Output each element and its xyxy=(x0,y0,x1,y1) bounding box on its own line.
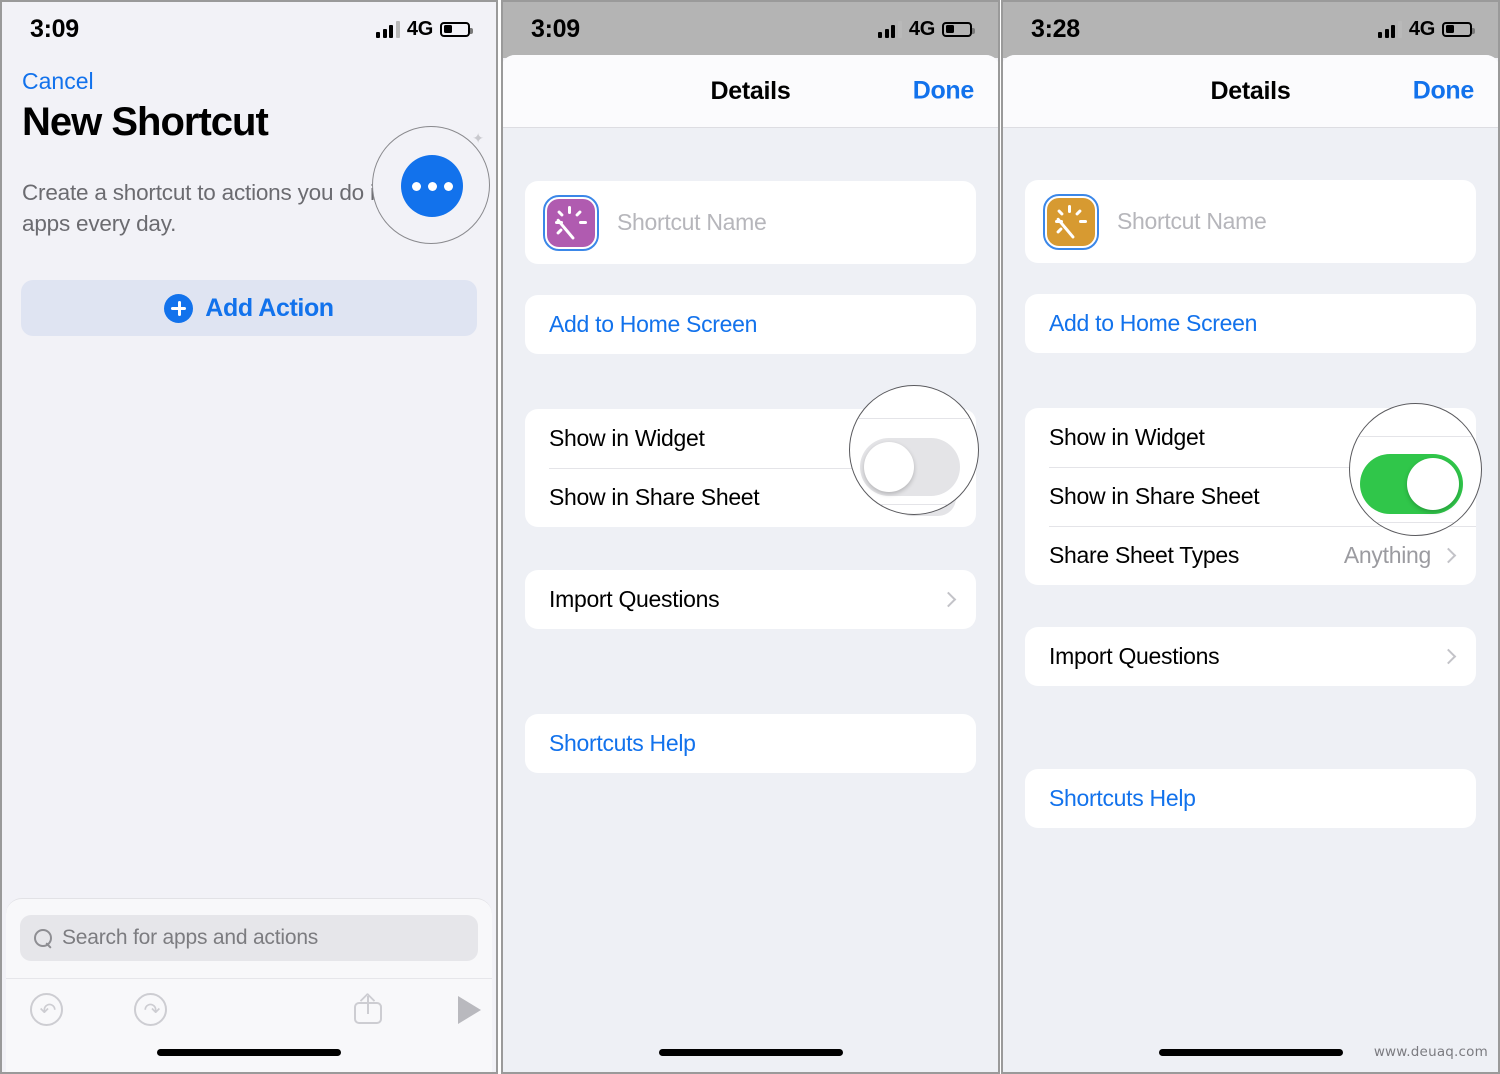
cancel-button[interactable]: Cancel xyxy=(22,68,94,95)
panel1-body: Cancel New Shortcut Create a shortcut to… xyxy=(0,58,498,1074)
shortcut-name-card: Shortcut Name xyxy=(525,181,976,264)
shortcuts-help-row[interactable]: Shortcuts Help xyxy=(525,714,976,773)
status-time: 3:09 xyxy=(30,14,79,43)
plus-circle-icon xyxy=(164,293,194,323)
share-sheet-types-value: Anything xyxy=(1343,542,1431,568)
undo-icon[interactable]: ↶ xyxy=(30,993,63,1026)
shortcuts-help-row[interactable]: Shortcuts Help xyxy=(1025,769,1476,828)
signal-bars-icon xyxy=(878,20,902,38)
shortcuts-help-label: Shortcuts Help xyxy=(1049,785,1196,811)
shortcut-options-button[interactable]: ✦ xyxy=(372,126,490,244)
signal-bars-icon xyxy=(1378,20,1402,38)
import-questions-row[interactable]: Import Questions xyxy=(525,570,976,629)
nav-bar: Details Done xyxy=(501,55,1000,128)
add-to-home-screen-card: Add to Home Screen xyxy=(525,295,976,354)
add-to-home-screen-row[interactable]: Add to Home Screen xyxy=(1025,294,1476,353)
show-in-widget-label: Show in Widget xyxy=(1049,424,1205,450)
chevron-right-icon xyxy=(1440,547,1457,564)
status-time: 3:28 xyxy=(1031,14,1080,43)
ellipsis-icon xyxy=(401,155,463,217)
network-type-label: 4G xyxy=(908,17,935,40)
battery-icon xyxy=(942,21,975,37)
add-action-button[interactable]: Add Action xyxy=(21,280,477,336)
magnified-share-sheet-toggle[interactable] xyxy=(1360,454,1463,514)
import-questions-card: Import Questions xyxy=(1025,627,1476,686)
panel-details-share-sheet-off: 3:09 4G Details Done Shortcut Name Add t… xyxy=(501,0,1000,1074)
shortcuts-help-card: Shortcuts Help xyxy=(525,714,976,773)
status-indicators: 4G xyxy=(376,17,473,41)
network-type-label: 4G xyxy=(406,17,433,40)
import-questions-row[interactable]: Import Questions xyxy=(1025,627,1476,686)
sparkle-icon: ✦ xyxy=(472,130,484,146)
nav-title: Details xyxy=(710,76,791,105)
import-questions-label: Import Questions xyxy=(1049,643,1220,669)
add-action-label: Add Action xyxy=(205,293,334,322)
magnifier-lens xyxy=(849,385,979,515)
battery-icon xyxy=(440,21,473,37)
signal-bars-icon xyxy=(376,20,400,38)
share-icon[interactable] xyxy=(354,990,382,1024)
status-time: 3:09 xyxy=(531,14,580,43)
add-to-home-screen-card: Add to Home Screen xyxy=(1025,294,1476,353)
home-indicator xyxy=(157,1049,341,1056)
search-icon xyxy=(34,929,52,947)
magnifier-lens xyxy=(1349,403,1482,536)
import-questions-card: Import Questions xyxy=(525,570,976,629)
site-watermark: www.deuaq.com xyxy=(1373,1044,1488,1060)
show-in-widget-label: Show in Widget xyxy=(549,425,705,451)
status-bar: 3:09 4G xyxy=(501,0,1000,58)
chevron-right-icon xyxy=(940,591,957,608)
home-indicator xyxy=(1158,1049,1343,1056)
page-title: New Shortcut xyxy=(22,100,269,144)
shortcuts-help-card: Shortcuts Help xyxy=(1025,769,1476,828)
shortcut-name-row[interactable]: Shortcut Name xyxy=(1025,180,1476,263)
done-button[interactable]: Done xyxy=(913,77,975,106)
search-input[interactable]: Search for apps and actions xyxy=(20,915,478,961)
add-to-home-screen-label: Add to Home Screen xyxy=(549,311,758,337)
search-tray: Search for apps and actions xyxy=(6,898,492,978)
details-sheet: Details Done Shortcut Name Add to Home S… xyxy=(1001,55,1500,1074)
status-bar: 3:28 4G xyxy=(1001,0,1500,58)
status-indicators: 4G xyxy=(878,17,975,41)
battery-icon xyxy=(1442,21,1475,37)
add-to-home-screen-label: Add to Home Screen xyxy=(1049,310,1258,336)
details-sheet: Details Done Shortcut Name Add to Home S… xyxy=(501,55,1000,1074)
shortcut-name-card: Shortcut Name xyxy=(1025,180,1476,263)
magnified-share-sheet-toggle[interactable] xyxy=(860,438,960,496)
status-indicators: 4G xyxy=(1378,17,1475,41)
magic-wand-icon[interactable] xyxy=(543,194,599,251)
details-scroll: Shortcut Name Add to Home Screen Show in… xyxy=(1001,128,1500,1074)
screenshot-stage: 3:09 4G Cancel New Shortcut Create a sho… xyxy=(0,0,1500,1074)
shortcut-name-row[interactable]: Shortcut Name xyxy=(525,181,976,264)
network-type-label: 4G xyxy=(1408,17,1435,40)
shortcuts-help-label: Shortcuts Help xyxy=(549,730,696,756)
show-in-share-sheet-label: Show in Share Sheet xyxy=(1049,483,1260,509)
nav-title: Details xyxy=(1210,76,1291,105)
magic-wand-icon[interactable] xyxy=(1043,193,1099,250)
search-placeholder: Search for apps and actions xyxy=(62,926,319,949)
done-button[interactable]: Done xyxy=(1413,77,1475,106)
chevron-right-icon xyxy=(1440,648,1457,665)
editor-toolbar: ↶ ↷ xyxy=(6,978,492,1074)
details-scroll: Shortcut Name Add to Home Screen Show in… xyxy=(501,128,1000,1074)
panel-details-share-sheet-on: 3:28 4G Details Done Shortcut Name Add t… xyxy=(1001,0,1500,1074)
share-sheet-types-label: Share Sheet Types xyxy=(1049,542,1240,568)
shortcut-name-placeholder: Shortcut Name xyxy=(617,209,767,235)
play-icon[interactable] xyxy=(458,996,481,1024)
panel-new-shortcut: 3:09 4G Cancel New Shortcut Create a sho… xyxy=(0,0,498,1074)
nav-bar: Details Done xyxy=(1001,55,1500,128)
redo-icon[interactable]: ↷ xyxy=(134,993,167,1026)
home-indicator xyxy=(658,1049,843,1056)
import-questions-label: Import Questions xyxy=(549,586,720,612)
status-bar: 3:09 4G xyxy=(0,0,498,58)
show-in-share-sheet-label: Show in Share Sheet xyxy=(549,484,760,510)
shortcut-name-placeholder: Shortcut Name xyxy=(1117,208,1267,234)
add-to-home-screen-row[interactable]: Add to Home Screen xyxy=(525,295,976,354)
